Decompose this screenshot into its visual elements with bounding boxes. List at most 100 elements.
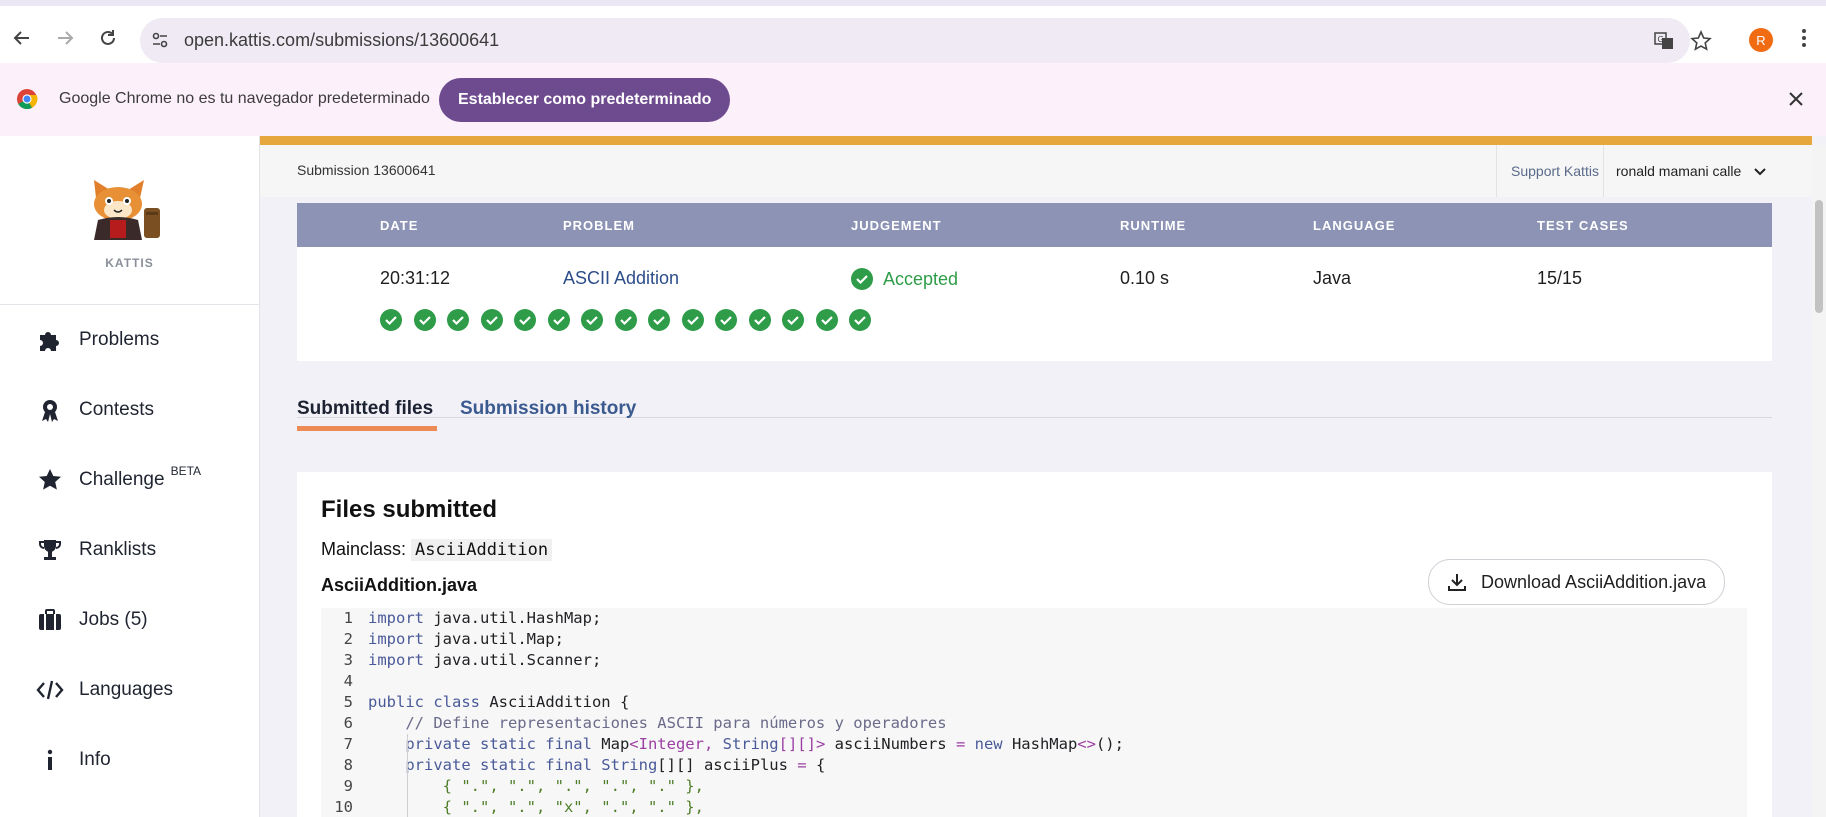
cell-test-cases: 15/15: [1537, 268, 1583, 288]
download-button[interactable]: Download AsciiAddition.java: [1428, 559, 1726, 605]
test-case-check-icon[interactable]: [480, 309, 503, 331]
cell-language: Java: [1313, 268, 1352, 288]
check-circle-icon: [851, 268, 873, 290]
svg-text:G: G: [1658, 35, 1664, 44]
briefcase-icon: [36, 606, 64, 634]
test-case-check-icon[interactable]: [748, 309, 771, 331]
cell-runtime: 0.10 s: [1120, 268, 1170, 288]
code-viewer[interactable]: 1 import java.util.HashMap; 2 import java.…: [321, 608, 1747, 817]
sidebar-item-languages[interactable]: Languages: [36, 675, 173, 705]
tab-submission-history[interactable]: Submission history: [460, 398, 636, 420]
mainclass-label: Mainclass:: [321, 539, 407, 559]
column-header: RUNTIME: [1120, 218, 1187, 233]
puzzle-icon: [36, 326, 64, 354]
test-case-check-icon[interactable]: [447, 309, 469, 331]
code-line: 4: [343, 672, 353, 690]
test-case-check-icon[interactable]: [514, 309, 536, 331]
site-settings-icon[interactable]: [150, 30, 170, 50]
indent-guide: [407, 734, 408, 817]
cell-problem-link[interactable]: ASCII Addition: [563, 268, 679, 289]
accent-bar: [260, 136, 1812, 145]
star-icon: [36, 466, 64, 494]
chevron-down-icon: [1754, 168, 1767, 176]
sidebar-item-label: Languages: [79, 679, 174, 700]
sidebar-item-label: Ranklists: [79, 539, 157, 560]
profile-avatar[interactable]: R: [1749, 28, 1773, 52]
tab-submitted-files[interactable]: Submitted files: [297, 398, 433, 420]
kattis-logo[interactable]: [88, 178, 168, 245]
back-button[interactable]: [6, 22, 38, 54]
chrome-logo-icon: [17, 89, 38, 110]
test-case-check-icon[interactable]: [782, 309, 804, 331]
user-name: ronald mamani calle: [1616, 163, 1742, 179]
sidebar-item-label: Challenge: [79, 469, 165, 490]
cell-date: 20:31:12: [380, 268, 451, 288]
test-case-check-icon[interactable]: [715, 309, 737, 331]
column-header: LANGUAGE: [1313, 218, 1396, 233]
sidebar-item-label: Info: [79, 749, 111, 770]
sidebar-item-challenge[interactable]: Challenge BETA: [36, 464, 202, 495]
submission-table: DATE PROBLEM JUDGEMENT RUNTIME LANGUAGE …: [297, 203, 1772, 361]
test-case-check-icon[interactable]: [849, 309, 871, 331]
beta-badge: BETA: [170, 464, 202, 478]
arrow-left-icon: [13, 31, 29, 45]
reload-button[interactable]: [92, 22, 124, 54]
code-line: 3 import java.util.Scanner;: [343, 651, 602, 669]
sidebar-item-jobs[interactable]: Jobs (5): [36, 605, 148, 635]
logo-label: KATTIS: [105, 256, 154, 270]
sidebar-divider: [0, 304, 259, 305]
test-case-check-icon[interactable]: [581, 309, 603, 331]
active-tab-indicator: [297, 426, 437, 431]
sidebar-item-label: Contests: [79, 399, 154, 420]
sidebar-item-ranklists[interactable]: Ranklists: [36, 535, 156, 565]
sidebar-item-problems[interactable]: Problems: [36, 325, 159, 355]
arrow-right-icon: [58, 31, 74, 45]
reload-icon: [101, 30, 115, 45]
forward-button[interactable]: [49, 22, 81, 54]
kattis-cat-logo-icon: [94, 180, 160, 240]
test-case-check-icon[interactable]: [380, 309, 402, 331]
judgement-text: Accepted: [883, 268, 959, 289]
sidebar-item-info[interactable]: Info: [36, 745, 111, 775]
page-scrollbar[interactable]: [1812, 145, 1826, 817]
support-kattis-link[interactable]: Support Kattis: [1496, 145, 1613, 197]
cell-judgement: Accepted: [851, 268, 958, 290]
default-browser-infobar: Google Chrome no es tu navegador predete…: [0, 63, 1826, 136]
code-line: 7 private static final Map <Integer, Stri…: [343, 735, 1124, 753]
test-case-check-icon[interactable]: [648, 309, 670, 331]
code-line: 10 { ".", ".", "x", ".", "." },: [334, 798, 704, 816]
column-header: JUDGEMENT: [851, 218, 942, 233]
close-icon[interactable]: [1786, 89, 1806, 109]
files-panel: Files submitted Mainclass: AsciiAddition…: [297, 472, 1772, 817]
column-header: PROBLEM: [563, 218, 635, 233]
code-line: 1 import java.util.HashMap;: [343, 609, 602, 627]
trophy-icon: [36, 536, 64, 564]
more-menu-icon[interactable]: [1796, 26, 1812, 50]
download-label: Download AsciiAddition.java: [1481, 571, 1707, 592]
code-icon: [36, 676, 64, 704]
address-bar[interactable]: open.kattis.com/submissions/13600641 G: [140, 18, 1712, 63]
test-case-check-icon[interactable]: [547, 309, 570, 331]
download-icon: [1448, 574, 1466, 591]
tab-bar: Submitted files Submission history: [297, 360, 1772, 431]
code-line: 8 private static final String[][] asciiP…: [343, 756, 826, 774]
browser-toolbar: open.kattis.com/submissions/13600641 G R: [0, 6, 1826, 63]
user-menu[interactable]: ronald mamani calle: [1603, 145, 1779, 197]
test-case-check-icon[interactable]: [614, 309, 637, 331]
mainclass-value: AsciiAddition: [411, 539, 553, 561]
test-case-check-icon[interactable]: [681, 309, 704, 331]
translate-icon[interactable]: G: [1653, 30, 1675, 52]
test-case-results: [380, 309, 883, 331]
test-case-check-icon[interactable]: [413, 309, 436, 331]
set-default-button[interactable]: Establecer como predeterminado: [439, 78, 731, 122]
url-text[interactable]: open.kattis.com/submissions/13600641: [184, 30, 499, 51]
scrollbar-thumb[interactable]: [1815, 200, 1823, 313]
bookmark-star-icon[interactable]: [1690, 30, 1712, 52]
info-icon: [36, 746, 64, 774]
main-content: Submission 13600641 Support Kattis ronal…: [260, 136, 1826, 817]
test-case-check-icon[interactable]: [815, 309, 838, 331]
column-header: DATE: [380, 218, 419, 233]
sidebar-item-contests[interactable]: Contests: [36, 395, 154, 425]
code-line: 6 // Define representaciones ASCII para …: [343, 714, 947, 732]
page-header: Submission 13600641 Support Kattis ronal…: [260, 145, 1812, 197]
